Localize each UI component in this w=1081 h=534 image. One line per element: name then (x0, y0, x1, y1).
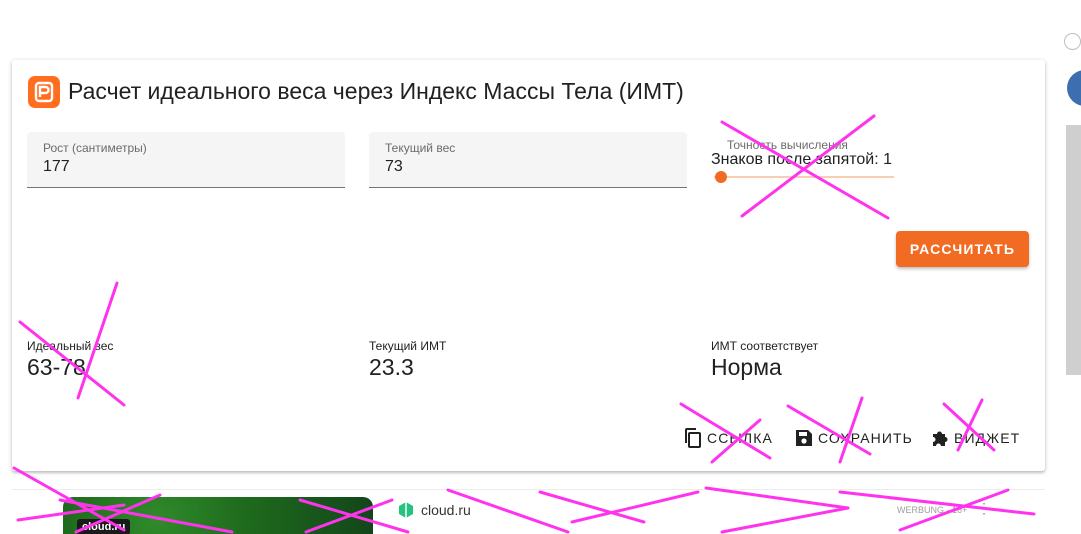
height-field-value[interactable]: 177 (43, 158, 70, 176)
ad-meta: WERBUNG · 16+ (897, 505, 968, 515)
precision-slider[interactable] (714, 168, 894, 186)
precision-value: Знаков после запятой: 1 (711, 151, 892, 168)
page-title: Расчет идеального веса через Индекс Масс… (68, 78, 684, 104)
widget-label: ВИДЖЕТ (954, 430, 1021, 446)
calculate-button[interactable]: РАССЧИТАТЬ (896, 231, 1029, 267)
slider-thumb[interactable] (715, 171, 727, 183)
slider-track[interactable] (714, 176, 894, 178)
ad-image[interactable]: cloud.ru (63, 497, 373, 534)
logo-icon (28, 76, 60, 108)
cloud-icon (399, 502, 413, 518)
link-label: ССЫЛКА (707, 430, 773, 446)
current-bmi-label: Текущий ИМТ (369, 339, 447, 353)
copy-icon (685, 428, 701, 448)
puzzle-icon (933, 431, 948, 446)
side-ad-strip[interactable] (1066, 125, 1081, 375)
precision-label: Точность вычисления (727, 138, 848, 152)
save-icon (796, 430, 812, 446)
save-button[interactable]: СОХРАНИТЬ (794, 425, 913, 451)
save-label: СОХРАНИТЬ (818, 430, 913, 446)
current-bmi-value: 23.3 (369, 354, 414, 380)
weight-field-label: Текущий вес (385, 141, 456, 155)
widget-button[interactable]: ВИДЖЕТ (930, 425, 1020, 451)
avatar[interactable] (1067, 70, 1081, 106)
bmi-category-label: ИМТ соответствует (711, 339, 819, 353)
ad-banner[interactable]: cloud.ru cloud.ru WERBUNG · 16+ ⋮ (12, 489, 1045, 534)
more-icon[interactable]: ⋮ (977, 500, 991, 517)
side-radio[interactable] (1064, 33, 1081, 50)
ad-brand-name: cloud.ru (421, 502, 471, 518)
height-field[interactable]: Рост (сантиметры) 177 (27, 132, 345, 188)
calculator-card: Расчет идеального веса через Индекс Масс… (12, 60, 1045, 471)
ad-image-label: cloud.ru (77, 519, 131, 534)
weight-field[interactable]: Текущий вес 73 (369, 132, 687, 188)
link-button[interactable]: ССЫЛКА (683, 425, 773, 451)
ideal-weight-label: Идеальный вес (27, 339, 114, 353)
page: Расчет идеального веса через Индекс Масс… (0, 0, 1081, 534)
height-field-label: Рост (сантиметры) (43, 141, 147, 155)
ideal-weight-value: 63-78 (27, 354, 86, 380)
bmi-category-value: Норма (711, 354, 782, 380)
weight-field-value[interactable]: 73 (385, 158, 403, 176)
ad-brand[interactable]: cloud.ru (397, 501, 471, 519)
